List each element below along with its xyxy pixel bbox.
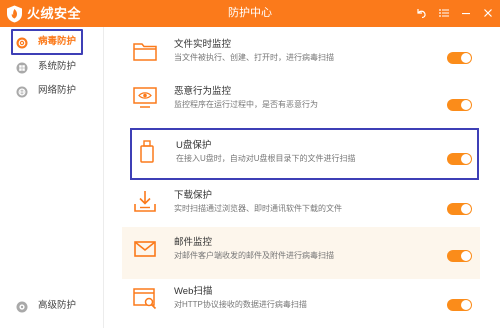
- list-item-behavior-monitor: 恶意行为监控 监控程序在运行过程中，是否有恶意行为: [122, 76, 480, 128]
- sidebar-item-network-protection[interactable]: 网络防护: [0, 80, 104, 102]
- item-description: 实时扫描通过浏览器、即时通讯软件下载的文件: [174, 204, 342, 213]
- sidebar-item-advanced-protection[interactable]: 高级防护: [0, 295, 104, 317]
- sidebar-item-virus-protection[interactable]: 病毒防护: [0, 29, 104, 55]
- close-icon[interactable]: [481, 6, 495, 20]
- item-description: 在接入U盘时，自动对U盘根目录下的文件进行扫描: [176, 154, 356, 163]
- list-item-mail-monitor: 邮件监控 对邮件客户端收发的邮件及附件进行病毒扫描: [122, 227, 480, 279]
- mail-icon: [132, 236, 158, 262]
- item-description: 对HTTP协议接收的数据进行病毒扫描: [174, 300, 307, 309]
- menu-icon[interactable]: [437, 6, 451, 20]
- item-title: 下载保护: [174, 190, 213, 201]
- behavior-monitor-toggle[interactable]: [447, 99, 472, 111]
- back-icon[interactable]: [414, 6, 428, 20]
- file-monitor-toggle[interactable]: [447, 52, 472, 64]
- web-scan-toggle[interactable]: [447, 299, 472, 311]
- item-title: 邮件监控: [174, 237, 213, 248]
- item-title: U盘保护: [176, 140, 212, 151]
- usb-drive-icon: [134, 139, 160, 165]
- virus-protect-icon: [16, 36, 28, 49]
- advanced-icon: [16, 300, 28, 313]
- usb-protection-toggle[interactable]: [447, 153, 472, 165]
- item-title: Web扫描: [174, 286, 213, 297]
- list-item-file-monitor: 文件实时监控 当文件被执行、创建、打开时，进行病毒扫描: [122, 29, 480, 81]
- sidebar: 病毒防护 系统防护 网络防护 高级防护: [0, 27, 104, 328]
- title-bar: 火绒安全 防护中心: [0, 0, 500, 27]
- list-item-usb-protection: U盘保护 在接入U盘时，自动对U盘根目录下的文件进行扫描: [130, 128, 479, 180]
- protection-list: 文件实时监控 当文件被执行、创建、打开时，进行病毒扫描 恶意行为监控 监控程序在…: [105, 27, 500, 328]
- sidebar-item-label: 系统防护: [38, 61, 77, 72]
- monitor-eye-icon: [132, 85, 158, 111]
- folder-icon: [132, 38, 158, 64]
- download-icon: [132, 189, 158, 215]
- sidebar-item-system-protection[interactable]: 系统防护: [0, 56, 104, 78]
- item-description: 对邮件客户端收发的邮件及附件进行病毒扫描: [174, 251, 334, 260]
- item-description: 监控程序在运行过程中，是否有恶意行为: [174, 100, 318, 109]
- item-description: 当文件被执行、创建、打开时，进行病毒扫描: [174, 53, 334, 62]
- minimize-icon[interactable]: [459, 6, 473, 20]
- download-protection-toggle[interactable]: [447, 203, 472, 215]
- sidebar-item-label: 病毒防护: [38, 36, 77, 47]
- item-title: 恶意行为监控: [174, 86, 232, 97]
- sidebar-item-label: 网络防护: [38, 85, 77, 96]
- list-item-web-scan: Web扫描 对HTTP协议接收的数据进行病毒扫描: [122, 276, 480, 328]
- sidebar-item-label: 高级防护: [38, 300, 77, 311]
- windows-icon: [16, 61, 28, 74]
- item-title: 文件实时监控: [174, 39, 232, 50]
- web-scan-icon: [132, 285, 158, 311]
- list-item-download-protection: 下载保护 实时扫描通过浏览器、即时通讯软件下载的文件: [122, 180, 480, 232]
- globe-icon: [16, 85, 28, 98]
- mail-monitor-toggle[interactable]: [447, 250, 472, 262]
